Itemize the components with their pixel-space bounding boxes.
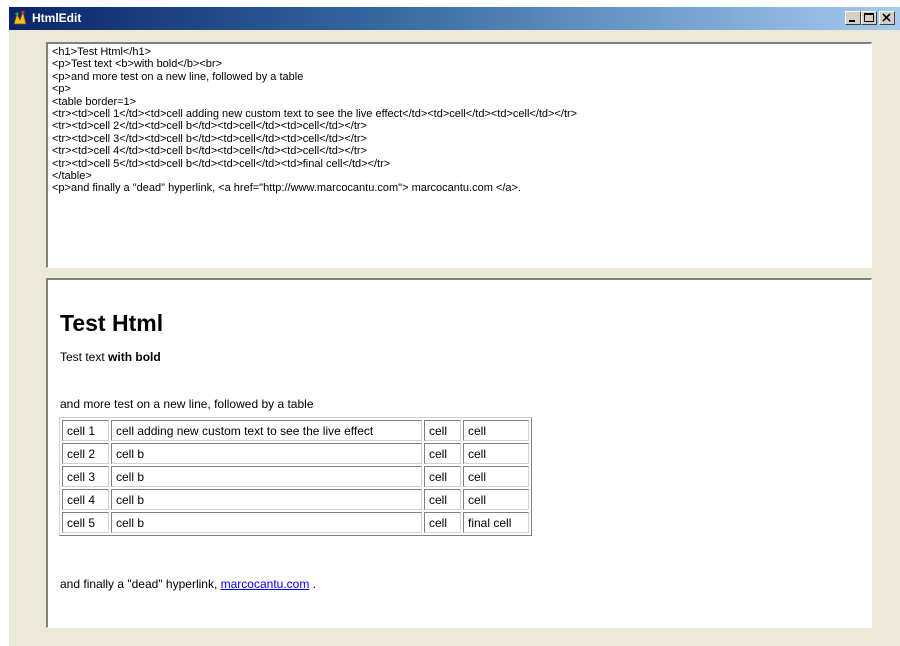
table-row: cell 5 cell b cell final cell — [62, 512, 529, 533]
table-row: cell 4 cell b cell cell — [62, 489, 529, 510]
html-source-text[interactable]: <h1>Test Html</h1> <p>Test text <b>with … — [52, 46, 867, 195]
html-source-editor[interactable]: <h1>Test Html</h1> <p>Test text <b>with … — [46, 42, 872, 268]
html-preview-pane[interactable]: Test Html Test text with bold and more t… — [46, 278, 872, 628]
table-cell: cell 1 — [62, 420, 109, 441]
maximize-icon — [864, 13, 874, 22]
table-cell: final cell — [463, 512, 529, 533]
preview-paragraph-2: and more test on a new line, followed by… — [60, 397, 314, 411]
table-cell: cell 3 — [62, 466, 109, 487]
table-cell: cell b — [111, 466, 422, 487]
table-cell: cell adding new custom text to see the l… — [111, 420, 422, 441]
table-cell: cell — [424, 466, 461, 487]
table-cell: cell — [424, 512, 461, 533]
close-icon — [882, 13, 891, 22]
table-cell: cell b — [111, 443, 422, 464]
table-cell: cell — [424, 420, 461, 441]
table-cell: cell 2 — [62, 443, 109, 464]
app-window: HtmlEdit <h1>Test Html</h1> <p>Test text… — [9, 7, 900, 646]
table-cell: cell b — [111, 512, 422, 533]
table-row: cell 1 cell adding new custom text to se… — [62, 420, 529, 441]
minimize-button[interactable] — [845, 11, 861, 25]
preview-bold-text: with bold — [108, 350, 161, 364]
preview-text: and finally a "dead" hyperlink, — [60, 577, 221, 591]
table-cell: cell — [463, 443, 529, 464]
maximize-button[interactable] — [861, 11, 877, 25]
table-row: cell 2 cell b cell cell — [62, 443, 529, 464]
dead-hyperlink[interactable]: marcocantu.com — [221, 577, 310, 591]
minimize-icon — [849, 20, 855, 22]
table-row: cell 3 cell b cell cell — [62, 466, 529, 487]
preview-text: . — [309, 577, 316, 591]
title-bar[interactable]: HtmlEdit — [9, 7, 900, 30]
preview-heading: Test Html — [60, 310, 164, 336]
table-cell: cell — [463, 420, 529, 441]
table-cell: cell 5 — [62, 512, 109, 533]
close-button[interactable] — [879, 11, 895, 25]
table-cell: cell — [463, 466, 529, 487]
table-cell: cell b — [111, 489, 422, 510]
table-cell: cell — [463, 489, 529, 510]
table-cell: cell — [424, 443, 461, 464]
table-cell: cell 4 — [62, 489, 109, 510]
preview-paragraph-3: and finally a "dead" hyperlink, marcocan… — [60, 577, 316, 591]
table-cell: cell — [424, 489, 461, 510]
preview-text: Test text — [60, 350, 109, 364]
preview-table: cell 1 cell adding new custom text to se… — [59, 417, 532, 536]
window-title: HtmlEdit — [32, 11, 82, 25]
app-icon — [13, 10, 27, 25]
preview-paragraph-1: Test text with bold — [60, 350, 161, 364]
